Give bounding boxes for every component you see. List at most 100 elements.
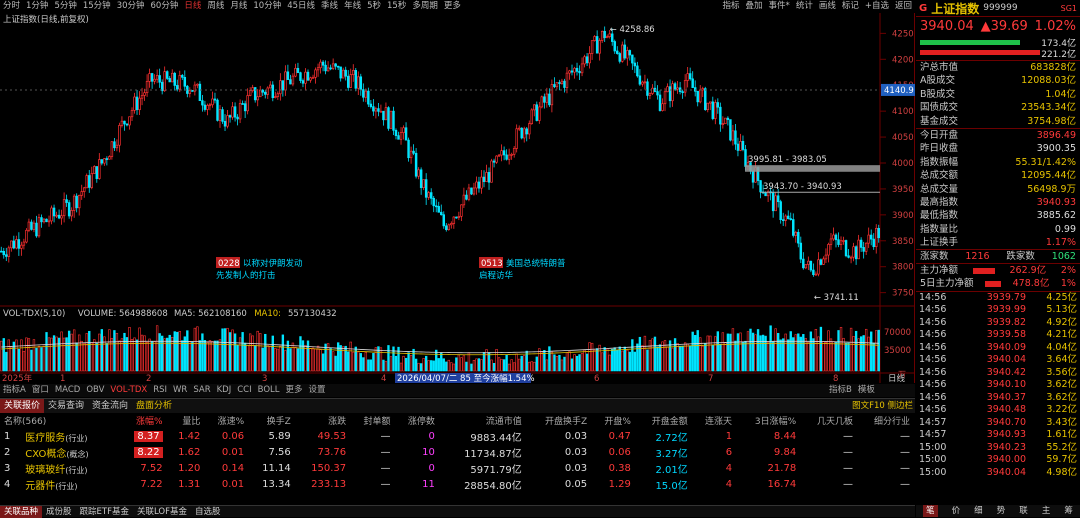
toolbar-action-7[interactable]: 返回 <box>892 0 915 13</box>
table-row[interactable]: 4 元器件(行业) 7.22 1.31 0.01 13.34 233.13 — 11 28854.… <box>0 476 915 492</box>
indicator-10[interactable]: BOLL <box>255 384 283 397</box>
tick-row[interactable]: 14:56 3939.58 4.21亿 <box>916 329 1080 342</box>
indicator-0[interactable]: 指标A <box>0 384 29 397</box>
period-4[interactable]: 30分钟 <box>114 0 148 13</box>
indicator-9[interactable]: CCI <box>234 384 254 397</box>
col-header-9[interactable]: 开盘换手Z <box>527 413 592 428</box>
col-header-4[interactable]: 换手Z <box>249 413 296 428</box>
col-header-15[interactable]: 细分行业 <box>858 413 915 428</box>
row-name[interactable]: 医疗服务(行业) <box>21 428 121 444</box>
col-header-11[interactable]: 开盘金额 <box>636 413 693 428</box>
bottom-tab-0[interactable]: 关联品种 <box>0 506 43 518</box>
indicator-1[interactable]: 窗口 <box>29 384 52 397</box>
period-3[interactable]: 15分钟 <box>80 0 114 13</box>
f10-link[interactable]: 图文F10 <box>852 401 885 411</box>
sidebar-link[interactable]: 侧边栏 <box>887 401 913 411</box>
toolbar-action-1[interactable]: 叠加 <box>743 0 766 13</box>
right-bottom-tab-1[interactable]: 价 <box>952 505 961 517</box>
tick-row[interactable]: 14:56 3939.79 4.25亿 <box>916 292 1080 305</box>
chart-svg[interactable]: 4250420041504100405040003950390038503800… <box>0 13 915 384</box>
indicator-8[interactable]: KDJ <box>214 384 235 397</box>
toolbar-action-6[interactable]: +自选 <box>862 0 892 13</box>
toolbar-action-0[interactable]: 指标 <box>720 0 743 13</box>
tick-row[interactable]: 15:00 3940.04 4.98亿 <box>916 467 1080 480</box>
tick-row[interactable]: 14:56 3940.04 3.64亿 <box>916 354 1080 367</box>
bottom-tab-4[interactable]: 自选股 <box>191 506 225 518</box>
tick-row[interactable]: 14:56 3940.37 3.62亿 <box>916 392 1080 405</box>
table-row[interactable]: 3 玻璃玻纤(行业) 7.52 1.20 0.14 11.14 150.37 — 0 5971.7… <box>0 460 915 476</box>
row-name[interactable]: 玻璃玻纤(行业) <box>21 460 121 476</box>
indicator-7[interactable]: SAR <box>190 384 213 397</box>
tab-0[interactable]: 关联报价 <box>0 399 45 413</box>
right-bottom-tab-4[interactable]: 联 <box>1019 505 1028 517</box>
col-header-1[interactable]: 涨幅% <box>122 413 168 428</box>
right-bottom-tab-2[interactable]: 细 <box>974 505 983 517</box>
toolbar-action-4[interactable]: 画线 <box>816 0 839 13</box>
tick-row[interactable]: 15:00 3940.00 59.7亿 <box>916 454 1080 467</box>
tick-list[interactable]: 14:56 3939.79 4.25亿 14:56 3939.99 5.13亿 14:56 3… <box>916 290 1080 480</box>
tab-1[interactable]: 交易查询 <box>44 399 88 413</box>
tick-row[interactable]: 14:56 3940.10 3.62亿 <box>916 379 1080 392</box>
period-13[interactable]: 5秒 <box>364 0 384 13</box>
col-header-13[interactable]: 3日涨幅% <box>737 413 801 428</box>
indicator-5[interactable]: RSI <box>150 384 170 397</box>
tick-row[interactable]: 14:56 3940.42 3.56亿 <box>916 367 1080 380</box>
right-bottom-tab-0[interactable]: 笔 <box>923 505 938 517</box>
period-2[interactable]: 5分钟 <box>51 0 79 13</box>
right-bottom-tab-5[interactable]: 主 <box>1042 505 1051 517</box>
row-name[interactable]: 元器件(行业) <box>21 476 121 492</box>
period-11[interactable]: 季线 <box>318 0 341 13</box>
bottom-tab-1[interactable]: 成份股 <box>42 506 76 518</box>
period-0[interactable]: 分时 <box>0 0 23 13</box>
period-16[interactable]: 更多 <box>441 0 464 13</box>
col-header-6[interactable]: 封单额 <box>351 413 395 428</box>
right-bottom-tab-3[interactable]: 势 <box>997 505 1006 517</box>
toolbar-action-5[interactable]: 标记 <box>839 0 862 13</box>
col-header-0[interactable]: 名称(566) <box>0 413 122 428</box>
col-header-3[interactable]: 涨速% <box>205 413 249 428</box>
tick-row[interactable]: 14:56 3940.48 3.22亿 <box>916 404 1080 417</box>
indicator-4[interactable]: VOL-TDX <box>107 384 150 397</box>
kline-chart-area[interactable]: 4250420041504100405040003950390038503800… <box>0 13 915 384</box>
tick-row[interactable]: 14:57 3940.93 1.61亿 <box>916 429 1080 442</box>
col-header-14[interactable]: 几天几板 <box>801 413 858 428</box>
col-header-7[interactable]: 涨停数 <box>396 413 440 428</box>
period-10[interactable]: 45日线 <box>284 0 318 13</box>
col-header-8[interactable]: 流通市值 <box>440 413 527 428</box>
tick-row[interactable]: 14:56 3940.09 4.04亿 <box>916 342 1080 355</box>
col-header-5[interactable]: 涨跌 <box>296 413 351 428</box>
tab-3[interactable]: 盘面分析 <box>132 399 176 413</box>
table-row[interactable]: 2 CXO概念(概念) 8.22 1.62 0.01 7.56 73.76 — 10 11734.… <box>0 444 915 460</box>
bottom-tab-3[interactable]: 关联LOF基金 <box>133 506 191 518</box>
indicator-11[interactable]: 更多 <box>282 384 305 397</box>
period-5[interactable]: 60分钟 <box>148 0 182 13</box>
col-header-10[interactable]: 开盘% <box>592 413 636 428</box>
toolbar-action-2[interactable]: 事件* <box>766 0 793 13</box>
period-1[interactable]: 1分钟 <box>23 0 51 13</box>
period-15[interactable]: 多周期 <box>409 0 441 13</box>
indicator-right-1[interactable]: 模板 <box>855 384 878 397</box>
indicator-3[interactable]: OBV <box>83 384 107 397</box>
period-12[interactable]: 年线 <box>341 0 364 13</box>
period-14[interactable]: 15秒 <box>384 0 409 13</box>
col-header-12[interactable]: 连涨天 <box>693 413 737 428</box>
tab-2[interactable]: 资金流向 <box>88 399 132 413</box>
period-7[interactable]: 周线 <box>204 0 227 13</box>
right-bottom-tab-6[interactable]: 筹 <box>1064 505 1073 517</box>
toolbar-action-3[interactable]: 统计 <box>793 0 816 13</box>
row-name[interactable]: CXO概念(概念) <box>21 444 121 460</box>
tick-row[interactable]: 14:57 3940.70 3.43亿 <box>916 417 1080 430</box>
bottom-tab-2[interactable]: 跟踪ETF基金 <box>76 506 133 518</box>
indicator-2[interactable]: MACD <box>52 384 83 397</box>
indicator-12[interactable]: 设置 <box>306 384 329 397</box>
period-6[interactable]: 日线 <box>181 0 204 13</box>
tick-row[interactable]: 14:56 3939.99 5.13亿 <box>916 304 1080 317</box>
indicator-right-0[interactable]: 指标B <box>826 384 855 397</box>
col-header-2[interactable]: 量比 <box>168 413 206 428</box>
period-8[interactable]: 月线 <box>227 0 250 13</box>
table-row[interactable]: 1 医疗服务(行业) 8.37 1.42 0.06 5.89 49.53 — 0 9883.44亿… <box>0 428 915 444</box>
tick-row[interactable]: 14:56 3939.82 4.92亿 <box>916 317 1080 330</box>
tick-row[interactable]: 15:00 3940.23 55.2亿 <box>916 442 1080 455</box>
indicator-6[interactable]: WR <box>170 384 190 397</box>
tab-right-links[interactable]: 图文F10 侧边栏 <box>852 399 913 413</box>
